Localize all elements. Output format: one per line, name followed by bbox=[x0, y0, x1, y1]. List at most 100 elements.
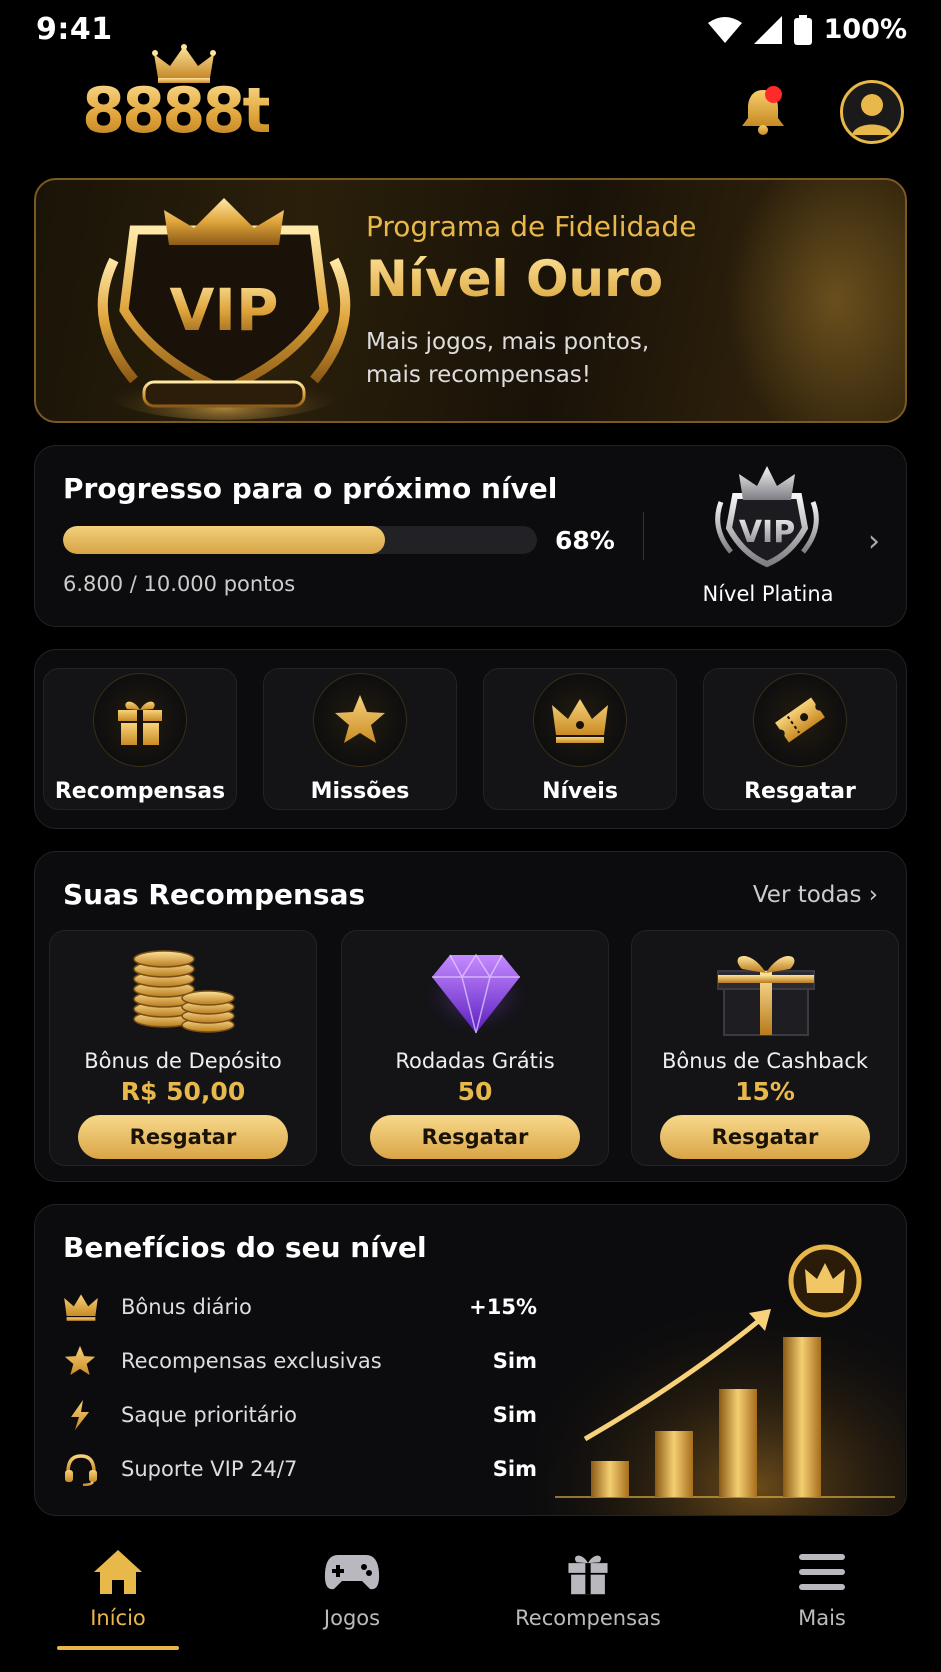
hero-subtitle: Programa de Fidelidade bbox=[366, 210, 697, 243]
benefit-label: Saque prioritário bbox=[121, 1403, 297, 1427]
gift-icon bbox=[118, 701, 162, 745]
redeem-button[interactable]: Resgatar bbox=[78, 1115, 288, 1159]
benefit-value: Sim bbox=[492, 1457, 537, 1481]
user-icon bbox=[852, 94, 892, 135]
reward-card[interactable]: Bônus de Cashback 15% Resgatar bbox=[631, 930, 899, 1166]
battery-percent: 100% bbox=[823, 14, 907, 45]
star-icon bbox=[63, 1343, 103, 1379]
reward-card[interactable]: Bônus de Depósito R$ 50,00 Resgatar bbox=[49, 930, 317, 1166]
progress-points: 6.800 / 10.000 pontos bbox=[63, 572, 296, 596]
nav-label: Recompensas bbox=[515, 1606, 661, 1630]
coins-icon bbox=[133, 950, 235, 1033]
benefit-label: Suporte VIP 24/7 bbox=[121, 1457, 298, 1481]
quick-action-label: Recompensas bbox=[54, 779, 226, 804]
star-icon-container bbox=[313, 673, 407, 767]
progress-bar-fill bbox=[63, 526, 386, 554]
level-benefits-section: Benefícios do seu nível Bônus diário +15… bbox=[34, 1204, 907, 1516]
level-progress-card[interactable]: Progresso para o próximo nível 68% 6.800… bbox=[34, 445, 907, 627]
divider bbox=[643, 512, 644, 560]
lightning-icon bbox=[63, 1397, 103, 1433]
benefit-label: Recompensas exclusivas bbox=[121, 1349, 382, 1373]
nav-item-more[interactable]: Mais bbox=[722, 1544, 922, 1630]
ticket-icon bbox=[775, 697, 825, 743]
progress-percent: 68% bbox=[555, 526, 615, 555]
reward-name: Bônus de Cashback bbox=[661, 1049, 869, 1073]
progress-title: Progresso para o próximo nível bbox=[63, 472, 558, 505]
hero-badge-text: VIP bbox=[170, 276, 279, 344]
nav-item-rewards[interactable]: Recompensas bbox=[488, 1544, 688, 1630]
nav-label: Jogos bbox=[323, 1606, 381, 1630]
quick-actions: Recompensas Missões Níveis Resgatar bbox=[34, 649, 907, 829]
nav-active-indicator bbox=[57, 1646, 179, 1650]
next-level-label: Nível Platina bbox=[702, 582, 834, 606]
status-icons: 100% bbox=[707, 14, 907, 45]
signal-icon bbox=[753, 15, 782, 44]
gift-box-icon bbox=[717, 955, 815, 1036]
redeem-button[interactable]: Resgatar bbox=[660, 1115, 870, 1159]
see-all-label: Ver todas bbox=[752, 882, 862, 908]
platinum-vip-badge-icon: VIP bbox=[715, 466, 819, 568]
notification-dot bbox=[765, 86, 782, 103]
benefit-value: Sim bbox=[492, 1403, 537, 1427]
section-title: Suas Recompensas bbox=[63, 878, 366, 911]
benefit-row: Bônus diário +15% bbox=[63, 1289, 537, 1325]
hero-description: Mais jogos, mais pontos, mais recompensa… bbox=[366, 329, 650, 388]
section-title: Benefícios do seu nível bbox=[63, 1231, 427, 1264]
gift-icon bbox=[488, 1544, 688, 1600]
reward-name: Bônus de Depósito bbox=[84, 1049, 282, 1073]
redeem-button[interactable]: Resgatar bbox=[370, 1115, 580, 1159]
hero-glow bbox=[725, 180, 905, 421]
diamond-icon bbox=[418, 951, 534, 1037]
progress-bar bbox=[63, 526, 537, 554]
star-icon bbox=[335, 695, 385, 743]
quick-action-redeem[interactable]: Resgatar bbox=[703, 668, 897, 810]
menu-icon bbox=[722, 1544, 922, 1600]
reward-value: R$ 50,00 bbox=[120, 1077, 246, 1106]
reward-value: 15% bbox=[735, 1077, 795, 1106]
chevron-right-icon: › bbox=[868, 882, 878, 908]
reward-name: Rodadas Grátis bbox=[395, 1049, 555, 1073]
nav-item-home[interactable]: Início bbox=[18, 1544, 218, 1630]
growth-chart-illustration bbox=[535, 1231, 905, 1515]
rewards-section: Suas Recompensas Ver todas › Bônus de De… bbox=[34, 851, 907, 1182]
app-logo[interactable]: 8888t bbox=[82, 44, 282, 147]
logo-text: 8888t bbox=[82, 74, 272, 147]
vip-badge-icon: VIP bbox=[97, 198, 351, 420]
chevron-right-icon[interactable]: › bbox=[868, 524, 880, 559]
headset-icon bbox=[63, 1451, 103, 1487]
home-icon bbox=[18, 1544, 218, 1600]
gift-icon-container bbox=[93, 673, 187, 767]
gamepad-icon bbox=[252, 1544, 452, 1600]
reward-value: 50 bbox=[457, 1077, 493, 1106]
bottom-nav: Início Jogos Recompensas Mais bbox=[0, 1530, 941, 1672]
quick-action-rewards[interactable]: Recompensas bbox=[43, 668, 237, 810]
quick-action-label: Níveis bbox=[542, 779, 618, 804]
ticket-icon-container bbox=[753, 673, 847, 767]
crown-icon-container bbox=[533, 673, 627, 767]
see-all-link[interactable]: Ver todas › bbox=[753, 882, 878, 908]
crown-icon bbox=[63, 1289, 103, 1325]
benefit-row: Saque prioritário Sim bbox=[63, 1397, 537, 1433]
benefit-value: Sim bbox=[492, 1349, 537, 1373]
battery-icon bbox=[793, 14, 812, 45]
quick-action-missions[interactable]: Missões bbox=[263, 668, 457, 810]
quick-action-label: Resgatar bbox=[744, 779, 856, 804]
loyalty-hero-banner[interactable]: VIP Programa de Fidelidade Nível Ouro Ma… bbox=[34, 178, 907, 423]
crown-icon bbox=[552, 699, 608, 743]
notifications-button[interactable] bbox=[740, 86, 786, 136]
benefit-row: Suporte VIP 24/7 Sim bbox=[63, 1451, 537, 1487]
next-badge-text: VIP bbox=[739, 515, 795, 550]
quick-action-levels[interactable]: Níveis bbox=[483, 668, 677, 810]
benefit-value: +15% bbox=[469, 1295, 537, 1319]
avatar[interactable] bbox=[840, 80, 904, 144]
quick-action-label: Missões bbox=[310, 779, 410, 804]
reward-card[interactable]: Rodadas Grátis 50 Resgatar bbox=[341, 930, 609, 1166]
hero-title: Nível Ouro bbox=[366, 250, 664, 308]
nav-label: Início bbox=[90, 1606, 146, 1630]
wifi-icon bbox=[707, 16, 742, 43]
benefit-row: Recompensas exclusivas Sim bbox=[63, 1343, 537, 1379]
nav-item-games[interactable]: Jogos bbox=[252, 1544, 452, 1630]
benefit-label: Bônus diário bbox=[121, 1295, 252, 1319]
status-time: 9:41 bbox=[36, 12, 113, 47]
nav-label: Mais bbox=[798, 1606, 846, 1630]
